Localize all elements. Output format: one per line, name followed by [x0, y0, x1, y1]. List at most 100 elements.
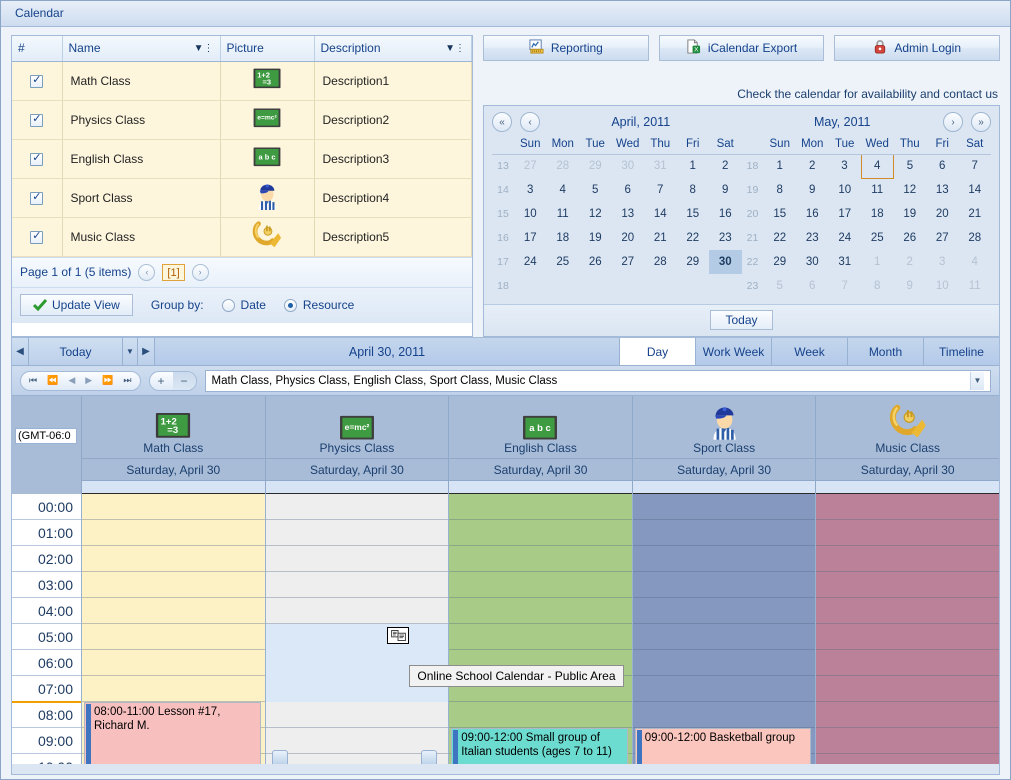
resize-handle[interactable] — [271, 750, 288, 764]
time-cell[interactable] — [265, 572, 449, 598]
time-cell[interactable] — [632, 598, 816, 624]
time-cell[interactable] — [265, 546, 449, 572]
radio-resource[interactable] — [283, 298, 297, 312]
row-checkbox[interactable] — [30, 229, 44, 244]
calendar-day[interactable]: 29 — [579, 154, 612, 178]
scheduler-today-button[interactable]: Today — [29, 338, 123, 365]
calendar-day[interactable]: 8 — [764, 178, 797, 202]
nav-prev-fast-icon[interactable]: ⏪ — [42, 375, 63, 386]
calendar-day[interactable] — [579, 274, 612, 298]
day-column[interactable] — [816, 494, 999, 764]
calendar-day[interactable]: 13 — [926, 178, 959, 202]
calendar-day[interactable] — [644, 274, 677, 298]
calendar-day[interactable]: 7 — [644, 178, 677, 202]
table-row[interactable]: Music Class Description5 — [12, 217, 472, 257]
row-checkbox[interactable] — [30, 112, 44, 127]
zoom-group[interactable]: + − — [148, 370, 197, 391]
calendar-day[interactable]: 20 — [926, 202, 959, 226]
day-column[interactable]: Online School Calendar - Public Area — [265, 494, 624, 764]
all-day-area[interactable] — [82, 480, 265, 494]
time-cell[interactable] — [632, 676, 816, 702]
time-cell[interactable] — [449, 520, 632, 546]
time-cell[interactable] — [632, 650, 816, 676]
calendar-event[interactable]: 09:00-12:00 Basketball group — [634, 728, 812, 764]
time-cell[interactable] — [816, 676, 999, 702]
calendar-day[interactable]: 29 — [764, 250, 797, 274]
time-cell[interactable] — [449, 624, 632, 650]
scheduler-resource-header[interactable]: a b c English Class Saturday, April 30 — [449, 396, 633, 494]
row-checkbox-cell[interactable] — [12, 61, 63, 101]
time-cell[interactable] — [265, 494, 449, 520]
calendar-day[interactable]: 19 — [894, 202, 927, 226]
nav-last-icon[interactable]: ⏭ — [118, 375, 136, 386]
calendar-day[interactable]: 30 — [796, 250, 829, 274]
calendar-day[interactable]: 30 — [709, 250, 742, 274]
time-cell[interactable] — [82, 650, 265, 676]
calendar-day[interactable] — [514, 274, 547, 298]
calendar-day[interactable]: 13 — [612, 202, 645, 226]
calendar-day[interactable]: 29 — [677, 250, 710, 274]
icalendar-export-button[interactable]: X iCalendar Export — [658, 35, 825, 61]
zoom-out-button[interactable]: − — [172, 371, 196, 390]
calendar-day[interactable]: 24 — [514, 250, 547, 274]
time-cell[interactable] — [82, 546, 265, 572]
time-cell[interactable] — [816, 728, 999, 754]
tab-day[interactable]: Day — [619, 338, 695, 365]
group-by-date-option[interactable]: Date — [221, 298, 266, 312]
calendar-day[interactable]: 27 — [612, 250, 645, 274]
calendar-day[interactable]: 3 — [514, 178, 547, 202]
time-cell[interactable] — [449, 598, 632, 624]
tab-work-week[interactable]: Work Week — [695, 338, 771, 365]
time-cell[interactable] — [816, 624, 999, 650]
calendar-day[interactable]: 19 — [579, 226, 612, 250]
calendar-day[interactable]: 9 — [709, 178, 742, 202]
time-cell[interactable] — [82, 494, 265, 520]
calendar-day[interactable]: 4 — [959, 250, 992, 274]
all-day-area[interactable] — [816, 480, 999, 494]
calendar-day[interactable]: 14 — [644, 202, 677, 226]
calendar-day[interactable]: 10 — [926, 274, 959, 298]
nav-next-icon[interactable]: ▶ — [80, 375, 97, 386]
calendar-day[interactable]: 4 — [547, 178, 580, 202]
time-cell[interactable] — [449, 494, 632, 520]
calendar-day[interactable]: 10 — [829, 178, 862, 202]
time-cell[interactable] — [632, 494, 816, 520]
calendar-day[interactable]: 1 — [677, 154, 710, 178]
time-cell[interactable] — [632, 572, 816, 598]
time-cell[interactable] — [816, 520, 999, 546]
calendar-day[interactable]: 31 — [644, 154, 677, 178]
calendar-day[interactable]: 26 — [579, 250, 612, 274]
day-column[interactable]: 08:00-11:00 Lesson #17, Richard M. — [82, 494, 266, 764]
scheduler-prev-button[interactable]: ◀ — [12, 338, 29, 365]
calendar-day[interactable]: 27 — [514, 154, 547, 178]
scheduler-resource-header[interactable]: Music Class Saturday, April 30 — [816, 396, 999, 494]
calendar-day[interactable]: 15 — [764, 202, 797, 226]
calendar-day[interactable]: 26 — [894, 226, 927, 250]
all-day-area[interactable] — [632, 480, 816, 494]
scheduler-resource-header[interactable]: 1+2 =3 Math Class Saturday, April 30 — [82, 396, 266, 494]
row-checkbox-cell[interactable] — [12, 217, 63, 257]
calendar-day[interactable]: 14 — [959, 178, 992, 202]
time-cell[interactable] — [82, 572, 265, 598]
calendar-day[interactable]: 4 — [860, 153, 894, 179]
row-checkbox[interactable] — [30, 73, 44, 88]
calendar-event[interactable]: 08:00-11:00 Lesson #17, Richard M. — [84, 702, 261, 764]
time-cell[interactable] — [632, 624, 816, 650]
calendar-day[interactable]: 7 — [829, 274, 862, 298]
calendar-day[interactable]: 16 — [709, 202, 742, 226]
nav-last-button[interactable]: » — [971, 112, 991, 132]
calendar-day[interactable]: 25 — [861, 226, 894, 250]
pager-page-1[interactable]: [1] — [162, 263, 185, 281]
calendar-day[interactable]: 16 — [796, 202, 829, 226]
resize-handle[interactable] — [421, 750, 438, 764]
pager-next-button[interactable]: › — [191, 263, 209, 281]
column-header-description[interactable]: Description ▼⋮ — [314, 36, 472, 62]
calendar-day[interactable]: 23 — [796, 226, 829, 250]
tab-week[interactable]: Week — [771, 338, 847, 365]
calendar-day[interactable]: 17 — [514, 226, 547, 250]
calendar-day[interactable]: 6 — [796, 274, 829, 298]
calendar-day[interactable]: 28 — [959, 226, 992, 250]
time-cell[interactable] — [82, 624, 265, 650]
calendar-day[interactable]: 11 — [959, 274, 992, 298]
table-row[interactable]: Sport Class Description4 — [12, 178, 472, 218]
